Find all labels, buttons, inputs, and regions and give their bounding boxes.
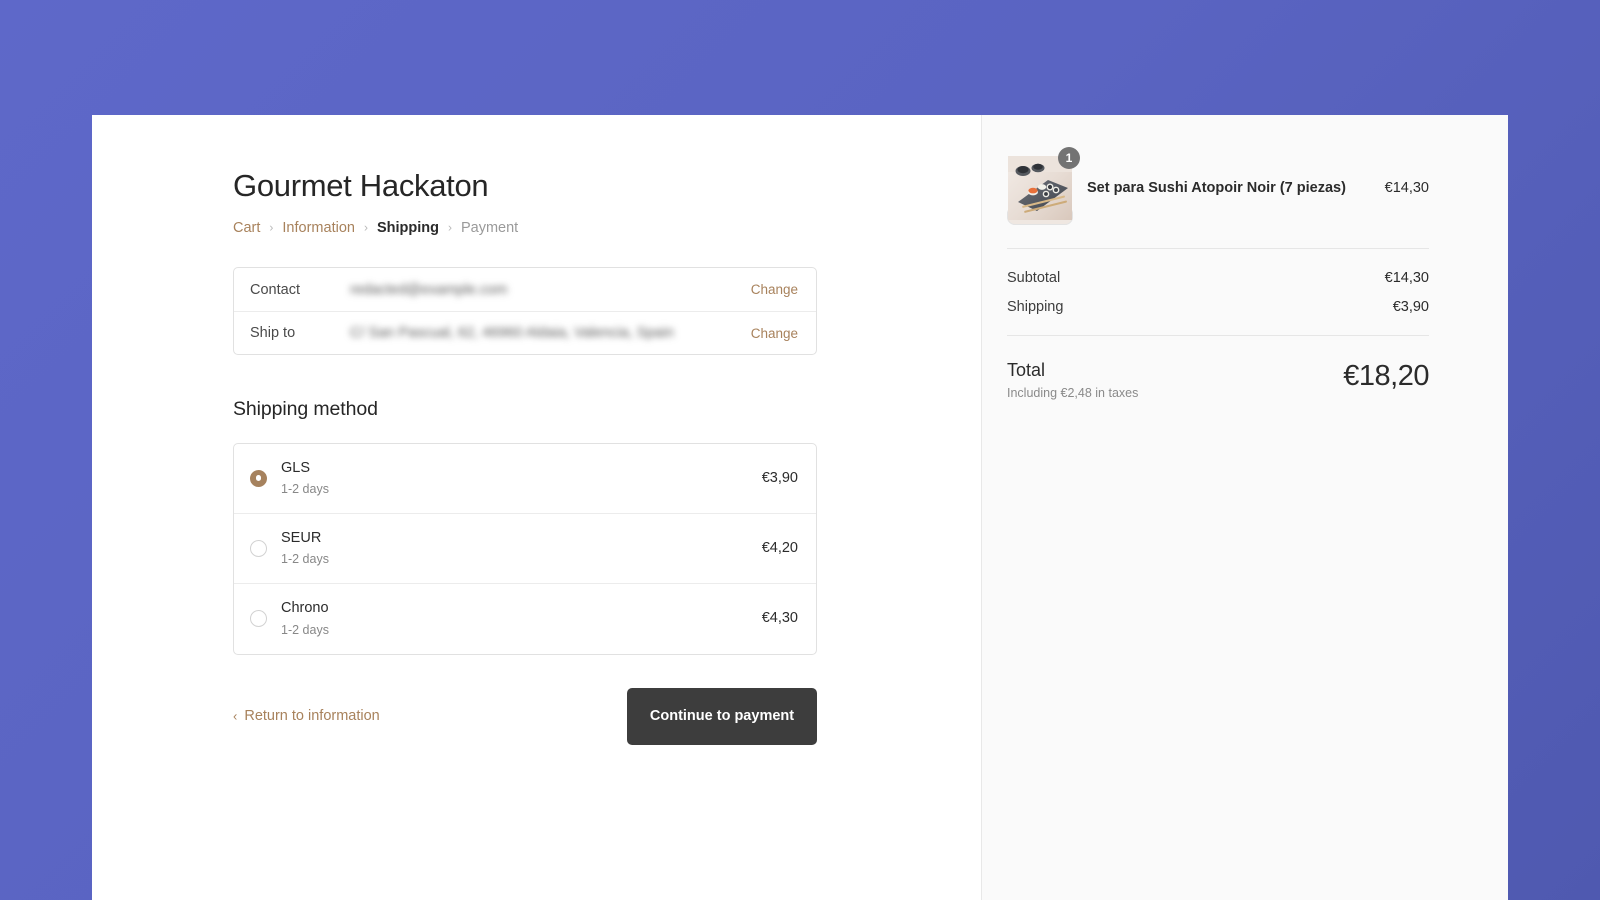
page-title: Gourmet Hackaton [233,168,817,204]
shipping-option-price: €3,90 [762,470,798,486]
return-to-information-label: Return to information [244,708,379,724]
order-summary-column: 1 Set para Sushi Atopoir Noir (7 piezas)… [982,115,1508,900]
order-review-card: Contact redacted@example.com Change Ship… [233,267,817,355]
continue-to-payment-button[interactable]: Continue to payment [627,688,817,745]
breadcrumb: Cart › Information › Shipping › Payment [233,221,817,236]
shipping-option-name: SEUR [281,529,750,547]
shipping-option-text: Chrono 1-2 days [281,599,750,637]
shipping-option-text: GLS 1-2 days [281,459,750,497]
breadcrumb-separator-icon: › [269,221,273,233]
total-amount: €18,20 [1343,360,1429,391]
shipping-method-list: GLS 1-2 days €3,90 SEUR 1-2 days €4,20 [233,443,817,654]
breadcrumb-separator-icon: › [364,221,368,233]
contact-row: Contact redacted@example.com Change [234,268,816,311]
subtotal-row: Subtotal €14,30 [1007,270,1429,286]
subtotal-value: €14,30 [1385,270,1429,286]
ship-to-label: Ship to [250,325,350,341]
grand-total-text: Total Including €2,48 in taxes [1007,360,1138,401]
breadcrumb-item-shipping: Shipping [377,221,439,236]
total-label: Total [1007,360,1138,381]
chevron-left-icon: ‹ [233,708,237,723]
shipping-option-name: Chrono [281,599,750,617]
shipping-option-eta: 1-2 days [281,552,750,567]
shipping-row: Shipping €3,90 [1007,299,1429,315]
ship-to-value: C/ San Pascual, 62, 46960 Aldaia, Valenc… [350,325,739,341]
shipping-option-price: €4,30 [762,610,798,626]
taxes-note: Including €2,48 in taxes [1007,386,1138,401]
breadcrumb-item-payment: Payment [461,221,518,236]
product-price: €14,30 [1385,180,1429,196]
shipping-option-name: GLS [281,459,750,477]
order-summary: 1 Set para Sushi Atopoir Noir (7 piezas)… [1007,156,1429,401]
shipping-option-price: €4,20 [762,540,798,556]
shipping-option-eta: 1-2 days [281,482,750,497]
breadcrumb-item-cart[interactable]: Cart [233,221,260,236]
product-name: Set para Sushi Atopoir Noir (7 piezas) [1087,179,1371,198]
subtotal-label: Subtotal [1007,270,1060,286]
contact-label: Contact [250,282,350,298]
checkout-window: Gourmet Hackaton Cart › Information › Sh… [92,115,1508,900]
product-thumbnail-wrap: 1 [1007,156,1071,220]
order-line-item: 1 Set para Sushi Atopoir Noir (7 piezas)… [1007,156,1429,248]
sushi-set-photo-icon [1008,206,1072,220]
shipping-option-gls[interactable]: GLS 1-2 days €3,90 [234,444,816,513]
summary-lines: Subtotal €14,30 Shipping €3,90 [1007,249,1429,335]
return-to-information-link[interactable]: ‹ Return to information [233,708,380,724]
shipping-value: €3,90 [1393,299,1429,315]
change-contact-link[interactable]: Change [751,282,798,297]
radio-button-seur[interactable] [250,540,267,557]
breadcrumb-item-information[interactable]: Information [282,221,355,236]
shipping-option-text: SEUR 1-2 days [281,529,750,567]
shipping-method-heading: Shipping method [233,398,817,421]
quantity-badge: 1 [1058,147,1080,169]
shipping-option-seur[interactable]: SEUR 1-2 days €4,20 [234,513,816,583]
change-address-link[interactable]: Change [751,326,798,341]
product-thumbnail [1007,206,1073,225]
grand-total-row: Total Including €2,48 in taxes €18,20 [1007,336,1429,401]
contact-value: redacted@example.com [350,282,739,298]
radio-button-gls[interactable] [250,470,267,487]
checkout-main-column: Gourmet Hackaton Cart › Information › Sh… [92,115,982,900]
shipping-label: Shipping [1007,299,1063,315]
radio-button-chrono[interactable] [250,610,267,627]
shipping-option-chrono[interactable]: Chrono 1-2 days €4,30 [234,583,816,653]
shipping-option-eta: 1-2 days [281,623,750,638]
breadcrumb-separator-icon: › [448,221,452,233]
checkout-actions: ‹ Return to information Continue to paym… [233,688,817,745]
ship-to-row: Ship to C/ San Pascual, 62, 46960 Aldaia… [234,311,816,354]
checkout-form: Gourmet Hackaton Cart › Information › Sh… [233,168,817,745]
